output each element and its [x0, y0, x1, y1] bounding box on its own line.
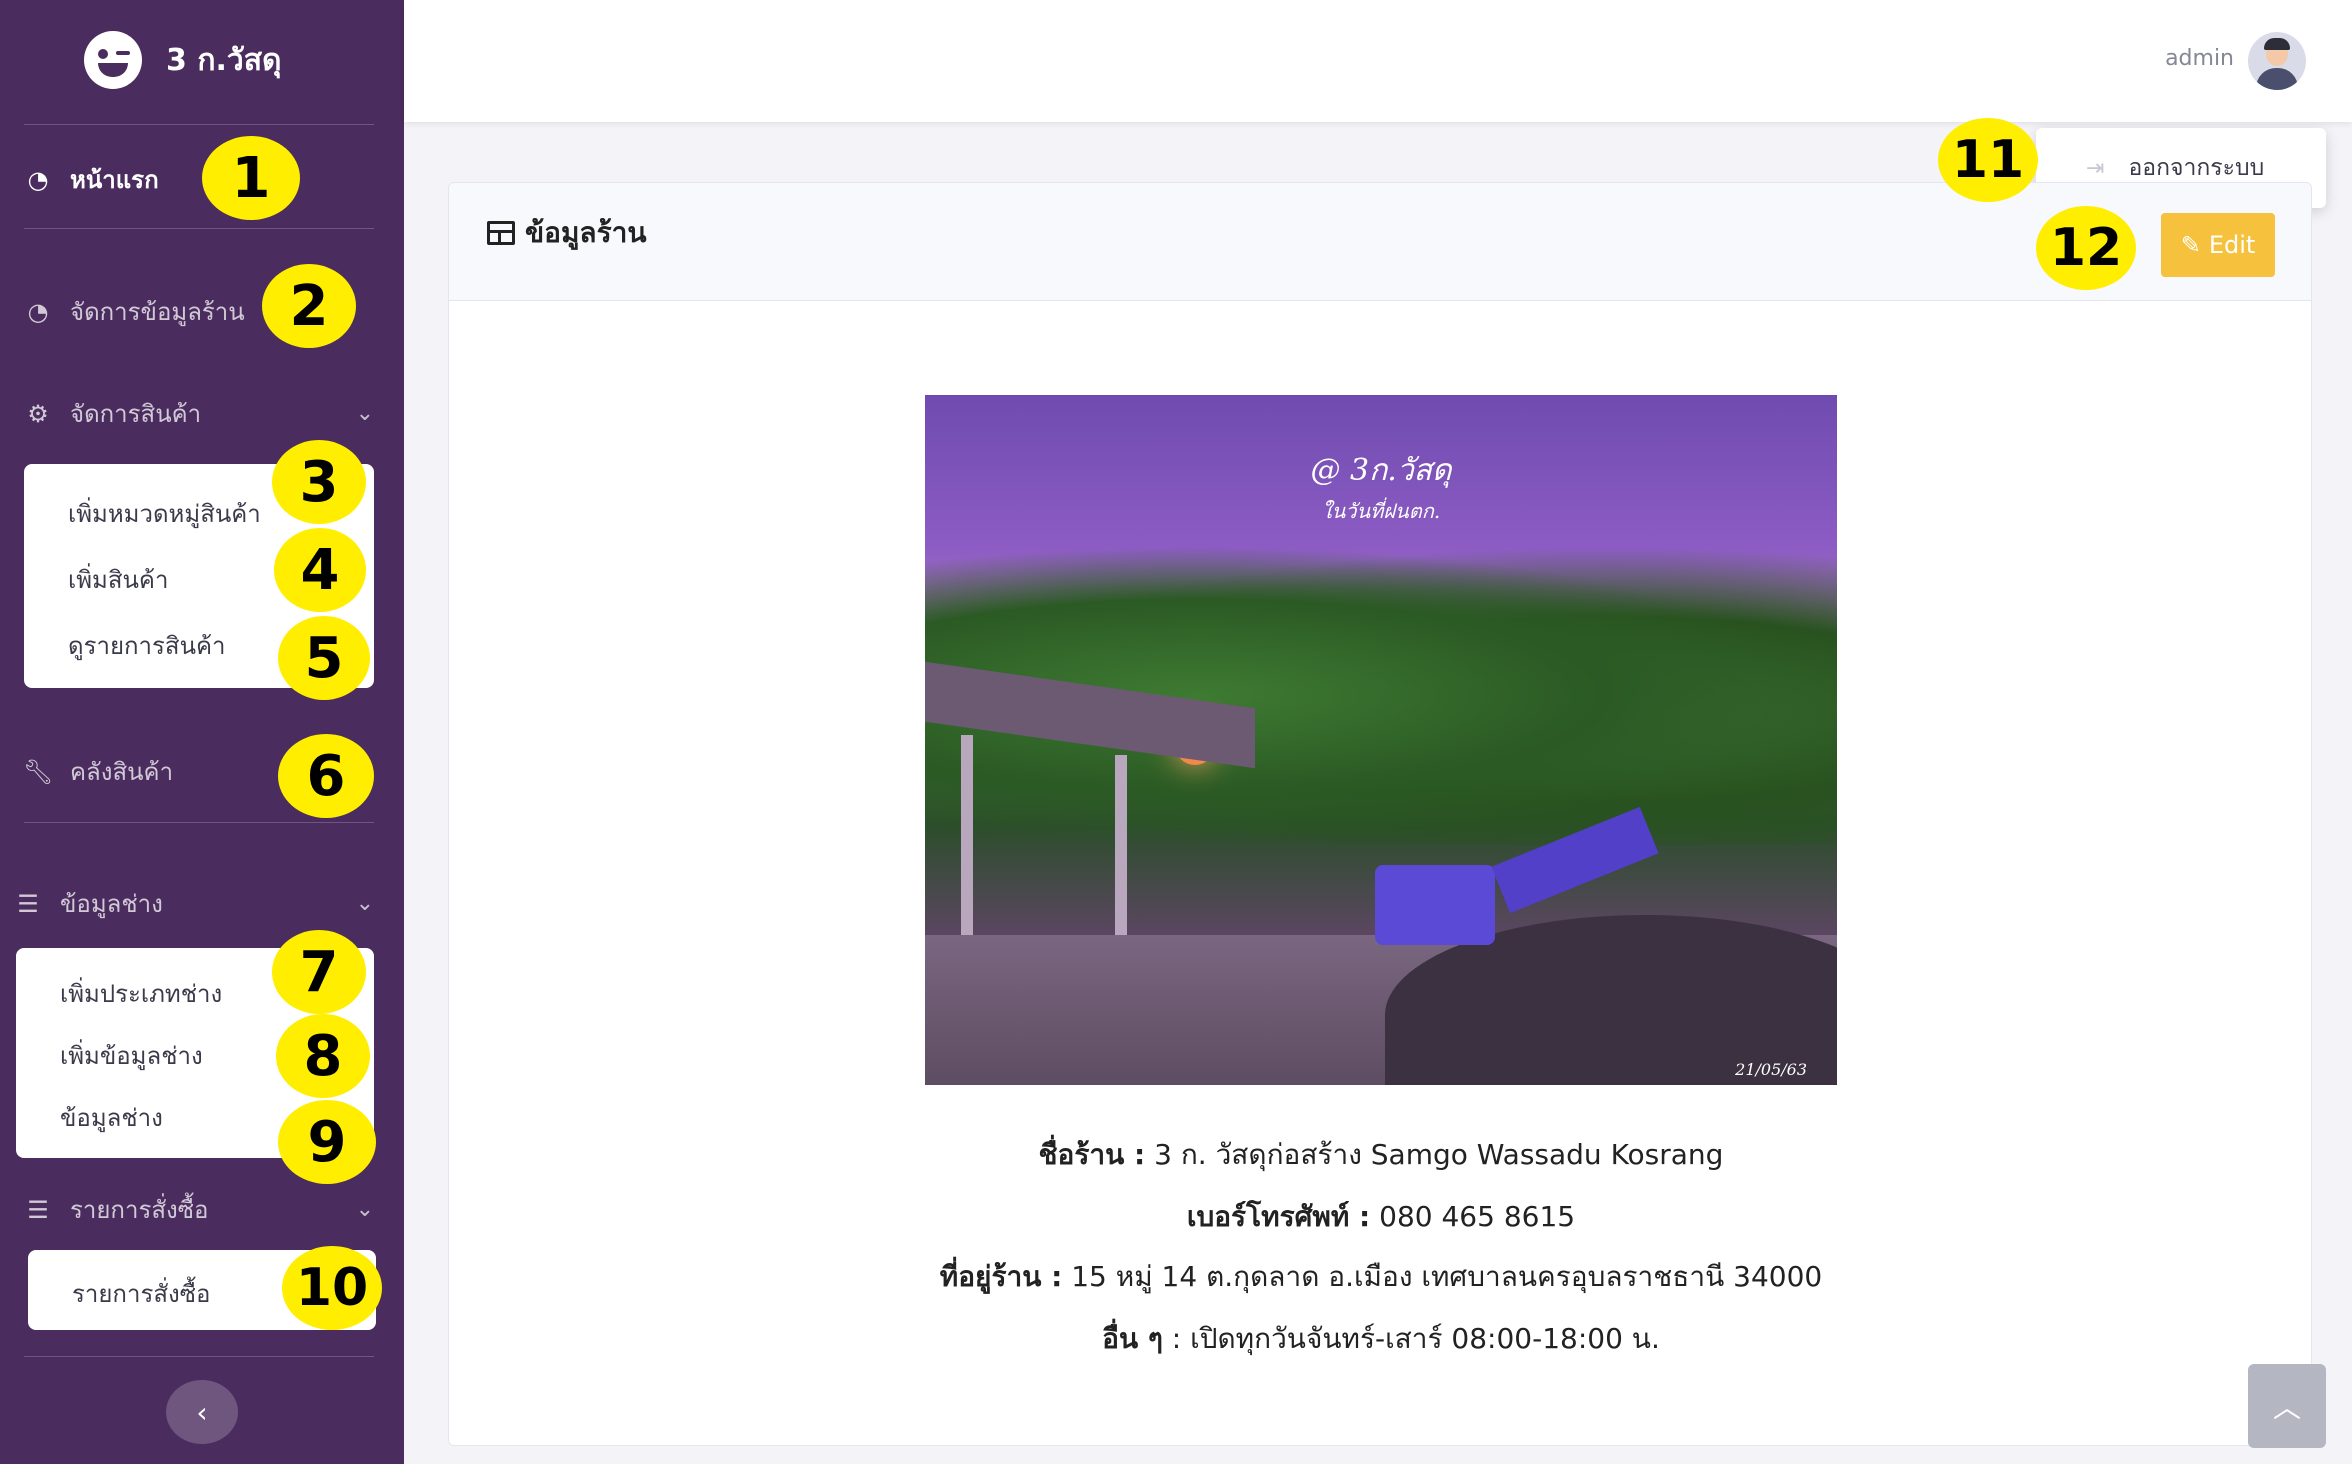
- scroll-to-top-button[interactable]: ︿: [2248, 1364, 2326, 1448]
- edit-button[interactable]: ✎ Edit: [2161, 213, 2275, 277]
- shop-name-label: ชื่อร้าน :: [1038, 1138, 1146, 1171]
- avatar[interactable]: [2248, 32, 2306, 90]
- list-icon: ☰: [27, 1195, 49, 1224]
- shop-address-label: ที่อยู่ร้าน :: [939, 1260, 1063, 1293]
- sidebar-item-label: รายการสั่งซื้อ: [70, 1196, 209, 1224]
- annotation-badge: 7: [272, 930, 366, 1014]
- submenu-item-add-category[interactable]: เพิ่มหมวดหมู่สินค้า: [68, 494, 261, 533]
- shop-phone-line: เบอร์โทรศัพท์ : 080 465 8615: [449, 1195, 2313, 1239]
- shop-phone-value: 080 465 8615: [1370, 1200, 1576, 1233]
- chevron-up-icon: ︿: [2272, 1391, 2301, 1424]
- chevron-down-icon: ⌄: [355, 401, 374, 426]
- logout-item[interactable]: ออกจากระบบ: [2128, 150, 2264, 186]
- chevron-down-icon: ⌄: [355, 891, 374, 916]
- shop-info-card: ข้อมูลร้าน ✎ Edit @ 3ก.วัสดุ ในวันที่ฝนต…: [448, 182, 2312, 1446]
- photo-watermark-caption: ในวันที่ฝนตก.: [1321, 499, 1441, 523]
- shop-other-label: อื่น ๆ: [1102, 1322, 1163, 1355]
- submenu-item-add-product[interactable]: เพิ่มสินค้า: [68, 560, 168, 599]
- tachometer-icon: ◔: [27, 165, 49, 194]
- annotation-badge: 5: [278, 616, 370, 700]
- sidebar-item-label: จัดการข้อมูลร้าน: [70, 298, 245, 326]
- sidebar-item-label: คลังสินค้า: [70, 758, 174, 786]
- submenu-item-add-technician[interactable]: เพิ่มข้อมูลช่าง: [60, 1036, 203, 1075]
- sidebar-item-orders[interactable]: ☰ รายการสั่งซื้อ ⌄: [24, 1190, 374, 1229]
- sidebar-item-warehouse[interactable]: 🔧︎ คลังสินค้า: [22, 752, 174, 791]
- edit-button-label: Edit: [2208, 231, 2256, 259]
- shop-other-value: : เปิดทุกวันจันทร์-เสาร์ 08:00-18:00 น.: [1162, 1322, 1660, 1355]
- shop-name-line: ชื่อร้าน : 3 ก. วัสดุก่อสร้าง Samgo Wass…: [449, 1133, 2313, 1177]
- submenu-item-orders[interactable]: รายการสั่งซื้อ: [72, 1274, 210, 1313]
- submenu-item-add-technician-type[interactable]: เพิ่มประเภทช่าง: [60, 974, 222, 1013]
- gear-icon: ⚙: [27, 399, 49, 428]
- brand-title: 3 ก.วัสดุ: [166, 42, 282, 78]
- annotation-badge: 6: [278, 734, 374, 818]
- shop-other-line: อื่น ๆ : เปิดทุกวันจันทร์-เสาร์ 08:00-18…: [449, 1317, 2313, 1361]
- edit-icon: ✎: [2180, 231, 2201, 259]
- sidebar-item-label: จัดการสินค้า: [70, 400, 202, 428]
- list-icon: ☰: [17, 889, 39, 918]
- shop-address-value: 15 หมู่ 14 ต.กุดลาด อ.เมือง เทศบาลนครอุบ…: [1062, 1260, 1823, 1293]
- submenu-item-technicians[interactable]: ข้อมูลช่าง: [60, 1098, 163, 1137]
- table-icon: [487, 221, 515, 245]
- photo-watermark: @ 3ก.วัสดุ: [1310, 453, 1452, 488]
- sidebar-divider: [24, 822, 374, 823]
- annotation-badge: 2: [262, 264, 356, 348]
- shop-name-value: 3 ก. วัสดุก่อสร้าง Samgo Wassadu Kosrang: [1145, 1138, 1724, 1171]
- wrench-icon: 🔧︎: [22, 757, 54, 786]
- brand[interactable]: 3 ก.วัสดุ: [84, 30, 282, 90]
- photo-date: 21/05/63: [1735, 1060, 1807, 1079]
- topbar: admin: [404, 0, 2352, 122]
- sidebar-item-technicians[interactable]: ☰ ข้อมูลช่าง ⌄: [14, 884, 374, 923]
- shop-photo: @ 3ก.วัสดุ ในวันที่ฝนตก. 21/05/63: [925, 395, 1837, 1085]
- sidebar: 3 ก.วัสดุ ◔ หน้าแรก ◔ จัดการข้อมูลร้าน ⚙…: [0, 0, 404, 1464]
- sidebar-item-label: หน้าแรก: [70, 166, 159, 194]
- submenu-item-view-products[interactable]: ดูรายการสินค้า: [68, 626, 226, 665]
- sidebar-item-label: ข้อมูลช่าง: [60, 890, 163, 918]
- sidebar-divider: [24, 1356, 374, 1357]
- sidebar-divider: [24, 228, 374, 229]
- annotation-badge: 3: [272, 440, 366, 524]
- user-name[interactable]: admin: [2165, 46, 2234, 71]
- sidebar-item-manage-products[interactable]: ⚙ จัดการสินค้า ⌄: [24, 394, 374, 433]
- shop-phone-label: เบอร์โทรศัพท์ :: [1186, 1200, 1371, 1233]
- annotation-badge: 4: [274, 528, 366, 612]
- card-title: ข้อมูลร้าน: [487, 211, 646, 255]
- annotation-badge: 11: [1938, 118, 2038, 202]
- annotation-badge: 12: [2036, 206, 2136, 290]
- sidebar-item-home[interactable]: ◔ หน้าแรก: [24, 160, 159, 199]
- annotation-badge: 1: [202, 136, 300, 220]
- sidebar-toggle-button[interactable]: ‹: [166, 1380, 238, 1444]
- annotation-badge: 9: [278, 1100, 376, 1184]
- shop-address-line: ที่อยู่ร้าน : 15 หมู่ 14 ต.กุดลาด อ.เมือ…: [449, 1255, 2313, 1299]
- tachometer-icon: ◔: [27, 297, 49, 326]
- brand-logo-icon: [84, 31, 142, 89]
- annotation-badge: 10: [282, 1246, 382, 1330]
- chevron-down-icon: ⌄: [355, 1197, 374, 1222]
- annotation-badge: 8: [276, 1014, 370, 1098]
- sidebar-divider: [24, 124, 374, 125]
- sidebar-item-manage-shop[interactable]: ◔ จัดการข้อมูลร้าน: [24, 292, 245, 331]
- chevron-left-icon: ‹: [196, 1395, 208, 1429]
- sign-out-icon: ⇥: [2086, 155, 2105, 181]
- card-header: ข้อมูลร้าน ✎ Edit: [449, 183, 2311, 301]
- card-title-text: ข้อมูลร้าน: [525, 216, 647, 249]
